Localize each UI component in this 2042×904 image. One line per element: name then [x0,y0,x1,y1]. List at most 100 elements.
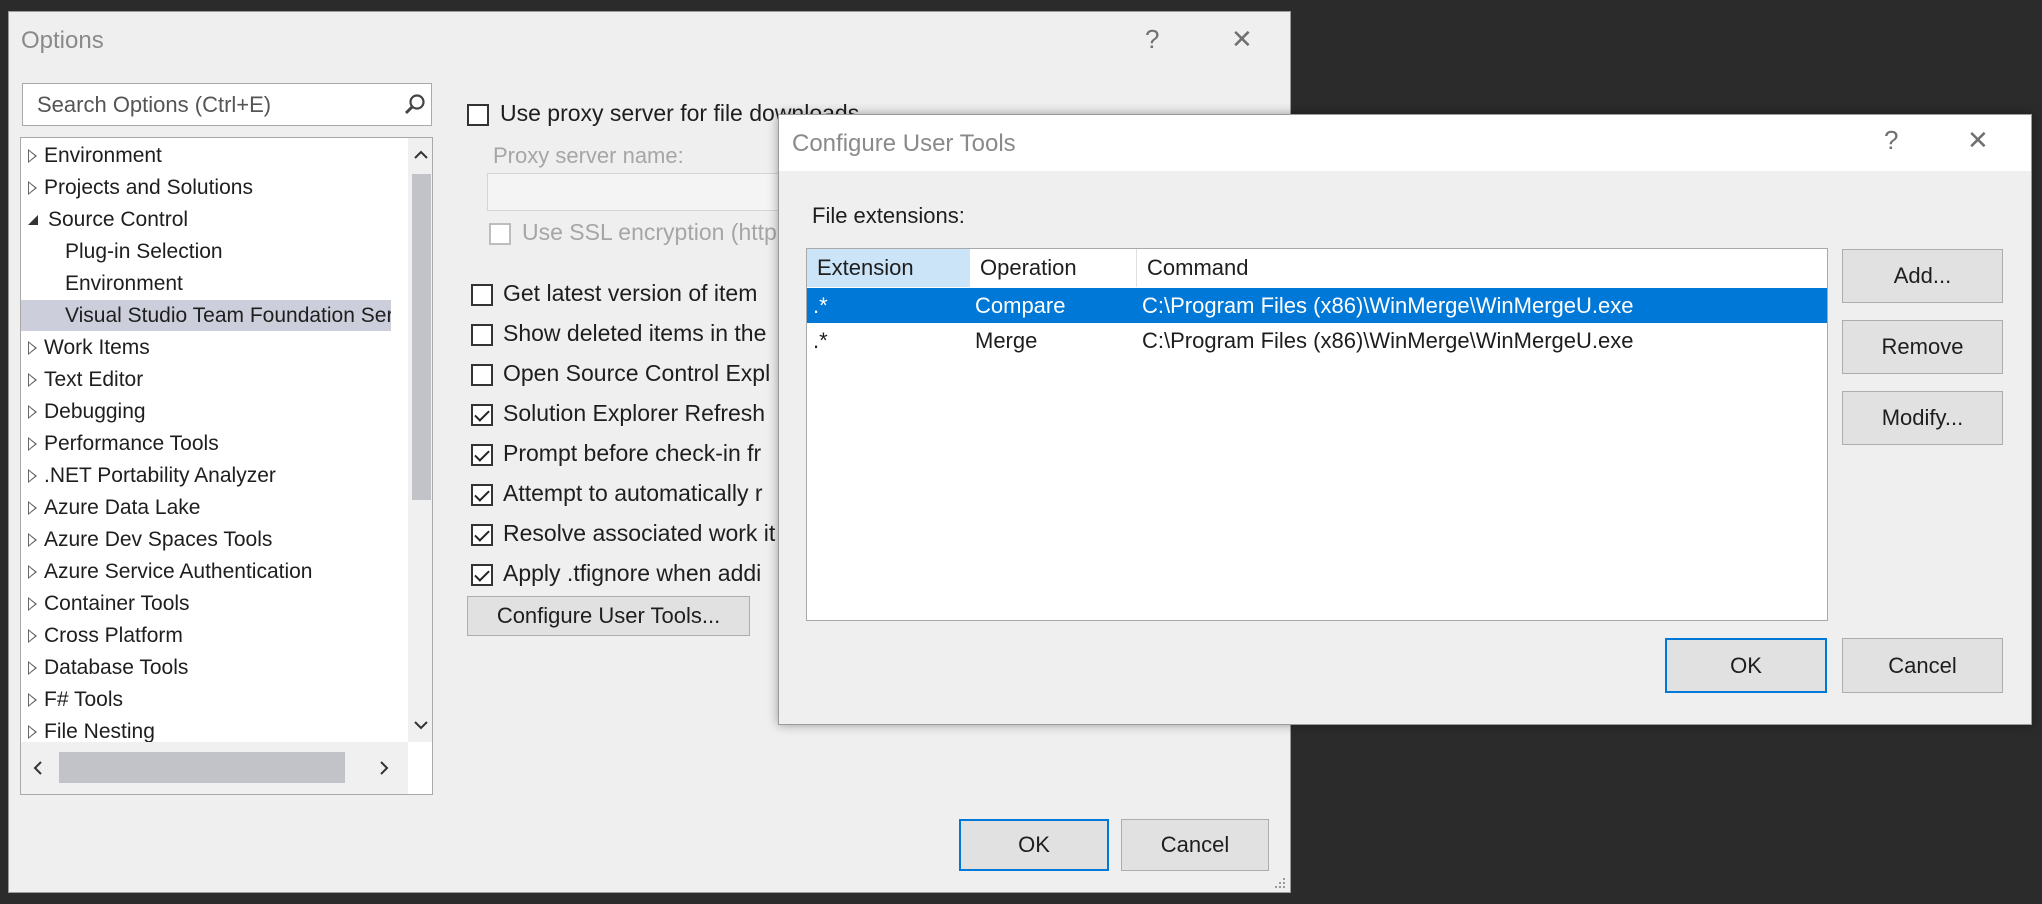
tree-item[interactable]: Text Editor [21,364,391,395]
tree-item[interactable]: Projects and Solutions [21,172,391,203]
option-checkbox[interactable] [471,444,493,466]
tree-item-label: Source Control [48,208,189,231]
tree-item[interactable]: Azure Data Lake [21,492,391,523]
configure-user-tools-button[interactable]: Configure User Tools... [467,596,750,636]
collapsed-arrow-icon[interactable] [28,341,37,355]
collapsed-arrow-icon[interactable] [28,501,37,515]
tree-item[interactable]: Debugging [21,396,391,427]
tree-item[interactable]: Environment [21,268,391,299]
option-checkbox-label: Get latest version of item [503,280,758,306]
tree-item[interactable]: Database Tools [21,652,391,683]
row-command: C:\Program Files (x86)\WinMerge\WinMerge… [1142,328,1634,353]
file-extensions-label: File extensions: [812,203,965,228]
configure-close-button[interactable]: ✕ [1967,125,1989,156]
collapsed-arrow-icon[interactable] [28,597,37,611]
tree-item-label: Projects and Solutions [44,176,253,199]
tree-item[interactable]: Cross Platform [21,620,391,651]
proxy-server-name-field[interactable] [487,173,807,211]
tree-item[interactable]: Work Items [21,332,391,363]
collapsed-arrow-icon[interactable] [28,181,37,195]
option-checkbox[interactable] [471,364,493,386]
proxy-checkbox[interactable] [467,104,489,126]
tree-item-label: Environment [44,144,162,167]
option-checkbox-label: Apply .tfignore when addi [503,560,762,586]
option-checkbox-label: Open Source Control Expl [503,360,771,386]
search-input[interactable]: Search Options (Ctrl+E) [22,83,432,126]
scroll-up-icon[interactable] [413,148,429,160]
tree-item[interactable]: Visual Studio Team Foundation Serv [21,300,391,331]
collapsed-arrow-icon[interactable] [28,565,37,579]
scroll-right-icon[interactable] [379,760,391,776]
tree-item[interactable]: Plug-in Selection [21,236,391,267]
configure-title: Configure User Tools [792,130,1016,157]
table-row[interactable]: .* Compare C:\Program Files (x86)\WinMer… [807,288,1827,323]
option-checkbox[interactable] [471,324,493,346]
search-placeholder: Search Options (Ctrl+E) [37,92,272,117]
tree-item-label: Database Tools [44,656,189,679]
tree-item[interactable]: Source Control [21,204,391,235]
option-checkbox[interactable] [471,284,493,306]
table-row[interactable]: .* Merge C:\Program Files (x86)\WinMerge… [807,323,1827,358]
option-checkbox-label: Prompt before check-in fr [503,440,762,466]
configure-help-button[interactable]: ? [1884,125,1898,156]
collapsed-arrow-icon[interactable] [28,725,37,739]
options-close-button[interactable]: ✕ [1231,24,1253,55]
scroll-down-icon[interactable] [413,720,429,732]
collapsed-arrow-icon[interactable] [28,469,37,483]
remove-button[interactable]: Remove [1842,320,2003,374]
tree-item[interactable]: F# Tools [21,684,391,715]
collapsed-arrow-icon[interactable] [28,693,37,707]
tree-item[interactable]: Container Tools [21,588,391,619]
tree-item-label: .NET Portability Analyzer [44,464,276,487]
collapsed-arrow-icon[interactable] [28,437,37,451]
row-command: C:\Program Files (x86)\WinMerge\WinMerge… [1142,293,1634,318]
option-checkbox-label: Resolve associated work it [503,520,776,546]
tree-item-label: Text Editor [44,368,144,391]
tree-horizontal-scroll-thumb[interactable] [59,752,345,783]
add-button[interactable]: Add... [1842,249,2003,303]
row-extension: .* [813,293,828,318]
modify-button[interactable]: Modify... [1842,391,2003,445]
row-operation: Compare [975,293,1066,318]
column-header-command[interactable]: Command [1137,249,1827,287]
options-tree[interactable]: File Nesting F# Tools Database Tools Cross … [20,137,433,795]
tree-item[interactable]: .NET Portability Analyzer [21,460,391,491]
resize-grip-icon[interactable] [1271,874,1287,890]
scroll-left-icon[interactable] [31,760,43,776]
expanded-arrow-icon[interactable] [28,215,38,225]
option-checkbox-label: Attempt to automatically r [503,480,763,506]
tree-item[interactable]: Environment [21,140,391,171]
tree-item-label: Plug-in Selection [65,240,223,263]
option-checkbox[interactable] [471,484,493,506]
tree-item-label: File Nesting [44,720,155,743]
tree-item-label: Azure Data Lake [44,496,201,519]
configure-cancel-button[interactable]: Cancel [1842,638,2003,693]
collapsed-arrow-icon[interactable] [28,373,37,387]
options-help-button[interactable]: ? [1145,24,1159,55]
collapsed-arrow-icon[interactable] [28,533,37,547]
option-checkbox[interactable] [471,404,493,426]
option-checkbox[interactable] [471,564,493,586]
ssl-checkbox[interactable] [489,223,511,245]
column-header-extension[interactable]: Extension [807,249,970,287]
configure-ok-button[interactable]: OK [1665,638,1827,693]
file-extensions-list[interactable]: Extension Operation Command .* Compare C… [806,248,1828,621]
collapsed-arrow-icon[interactable] [28,629,37,643]
option-checkbox[interactable] [471,524,493,546]
column-header-operation[interactable]: Operation [970,249,1137,287]
options-cancel-button[interactable]: Cancel [1121,819,1269,871]
tree-item-label: Azure Dev Spaces Tools [44,528,273,551]
collapsed-arrow-icon[interactable] [28,661,37,675]
collapsed-arrow-icon[interactable] [28,405,37,419]
option-checkbox-label: Show deleted items in the [503,320,767,346]
options-ok-button[interactable]: OK [959,819,1109,871]
tree-item[interactable]: Performance Tools [21,428,391,459]
tree-item-label: Work Items [44,336,150,359]
tree-item-label: Debugging [44,400,146,423]
option-checkbox-label: Solution Explorer Refresh [503,400,766,426]
tree-vertical-scroll-thumb[interactable] [412,174,431,500]
tree-item[interactable]: Azure Dev Spaces Tools [21,524,391,555]
tree-item-label: Environment [65,272,183,295]
collapsed-arrow-icon[interactable] [28,149,37,163]
tree-item[interactable]: Azure Service Authentication [21,556,391,587]
